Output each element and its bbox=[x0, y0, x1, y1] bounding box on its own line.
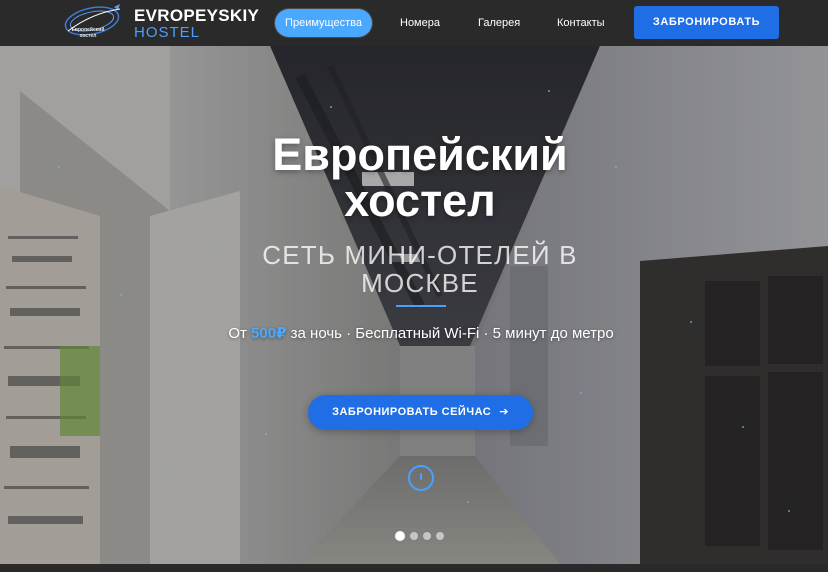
arrow-right-icon: ➔ bbox=[499, 406, 509, 418]
hero-divider bbox=[396, 305, 446, 307]
bottom-strip bbox=[0, 564, 828, 572]
header-book-button[interactable]: ЗАБРОНИРОВАТЬ bbox=[634, 6, 779, 39]
hero-subtitle: СЕТЬ МИНИ-ОТЕЛЕЙ В МОСКВЕ bbox=[262, 240, 578, 298]
scroll-mouse-icon[interactable] bbox=[408, 465, 434, 491]
logo-small-text: Европейский хостел bbox=[71, 27, 105, 39]
site-logo[interactable]: Европейский хостел EVROPEYSKIY HOSTEL bbox=[62, 3, 272, 43]
slider-dot-3[interactable] bbox=[423, 532, 431, 540]
logo-title: EVROPEYSKIY bbox=[134, 6, 260, 25]
site-header: Европейский хостел EVROPEYSKIY HOSTEL Пр… bbox=[0, 0, 828, 46]
book-now-button[interactable]: ЗАБРОНИРОВАТЬ СЕЙЧАС ➔ bbox=[308, 395, 533, 430]
hero-title: Европейский хостел bbox=[272, 129, 568, 226]
desc-prefix: От bbox=[228, 325, 252, 342]
book-now-label: ЗАБРОНИРОВАТЬ СЕЙЧАС bbox=[332, 406, 492, 418]
slider-dot-4[interactable] bbox=[436, 532, 444, 540]
hero-description: От 500₽ за ночь · Бесплатный Wi-Fi · 5 м… bbox=[226, 322, 616, 346]
nav-item-gallery[interactable]: Галерея bbox=[478, 9, 520, 37]
logo-subtitle: HOSTEL bbox=[134, 24, 201, 41]
nav-item-rooms[interactable]: Номера bbox=[400, 9, 440, 37]
desc-suffix: за ночь · Бесплатный Wi-Fi · 5 минут до … bbox=[286, 325, 614, 342]
price-value: 500₽ bbox=[251, 325, 287, 342]
hero-section: Европейский хостел СЕТЬ МИНИ-ОТЕЛЕЙ В МО… bbox=[0, 46, 828, 564]
nav-item-contacts[interactable]: Контакты bbox=[557, 9, 605, 37]
slider-dot-2[interactable] bbox=[410, 532, 418, 540]
slider-dot-1[interactable] bbox=[395, 531, 405, 541]
nav-item-advantages[interactable]: Преимущества bbox=[275, 9, 372, 37]
slider-dots bbox=[395, 531, 444, 542]
